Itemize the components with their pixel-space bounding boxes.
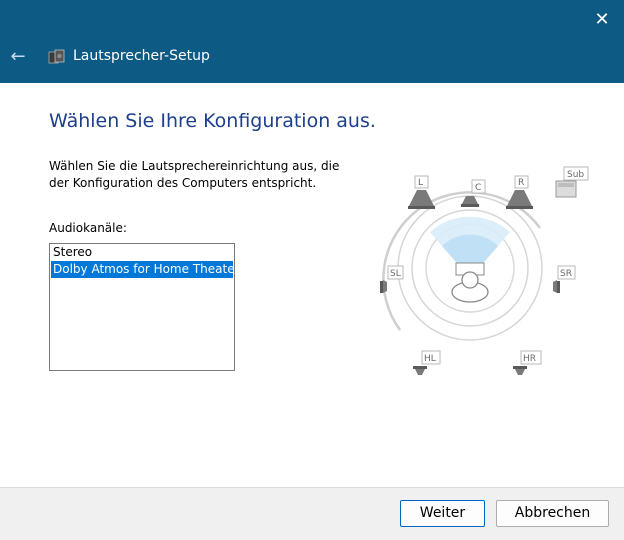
window-title: Lautsprecher-Setup bbox=[73, 48, 210, 64]
audio-channels-listbox[interactable]: Stereo Dolby Atmos for Home Theater bbox=[49, 243, 235, 371]
back-button[interactable]: ← bbox=[6, 44, 30, 70]
dialog-footer: Weiter Abbrechen bbox=[0, 487, 624, 540]
audio-channel-option-stereo[interactable]: Stereo bbox=[50, 244, 234, 261]
page-heading: Wählen Sie Ihre Konfiguration aus. bbox=[49, 110, 376, 132]
cancel-button[interactable]: Abbrechen bbox=[496, 500, 609, 527]
speaker-label-hr: HR bbox=[523, 354, 536, 364]
speaker-layout-diagram: L C R Sub SL SR HL HR bbox=[380, 166, 589, 375]
speaker-label-sr: SR bbox=[560, 269, 572, 279]
audio-channel-option-dolby-atmos[interactable]: Dolby Atmos for Home Theater bbox=[51, 261, 233, 278]
back-arrow-icon: ← bbox=[10, 46, 26, 67]
close-icon: ✕ bbox=[594, 9, 610, 30]
close-button[interactable]: ✕ bbox=[586, 6, 618, 34]
speaker-label-r: R bbox=[518, 178, 524, 188]
listener-figure bbox=[451, 262, 489, 303]
next-button[interactable]: Weiter bbox=[400, 500, 485, 527]
speaker-setup-app-icon bbox=[48, 49, 65, 64]
speaker-label-sl: SL bbox=[390, 269, 401, 279]
speaker-label-sub: Sub bbox=[567, 170, 584, 180]
speaker-front-left: L bbox=[408, 175, 435, 209]
speaker-subwoofer: Sub bbox=[555, 166, 589, 198]
title-bar: ✕ ← Lautsprecher-Setup bbox=[0, 0, 624, 83]
speaker-height-left: HL bbox=[413, 350, 441, 375]
instruction-line-1: Wählen Sie die Lautsprechereinrichtung a… bbox=[49, 159, 340, 173]
speaker-height-right: HR bbox=[513, 350, 542, 375]
speaker-label-l: L bbox=[418, 178, 423, 188]
speaker-front-right: R bbox=[506, 175, 533, 209]
speaker-label-hl: HL bbox=[424, 354, 436, 364]
audio-channels-label: Audiokanäle: bbox=[49, 221, 127, 235]
speaker-label-c: C bbox=[475, 183, 481, 193]
instruction-text: Wählen Sie die Lautsprechereinrichtung a… bbox=[49, 158, 359, 192]
instruction-line-2: der Konfiguration des Computers entspric… bbox=[49, 176, 317, 190]
